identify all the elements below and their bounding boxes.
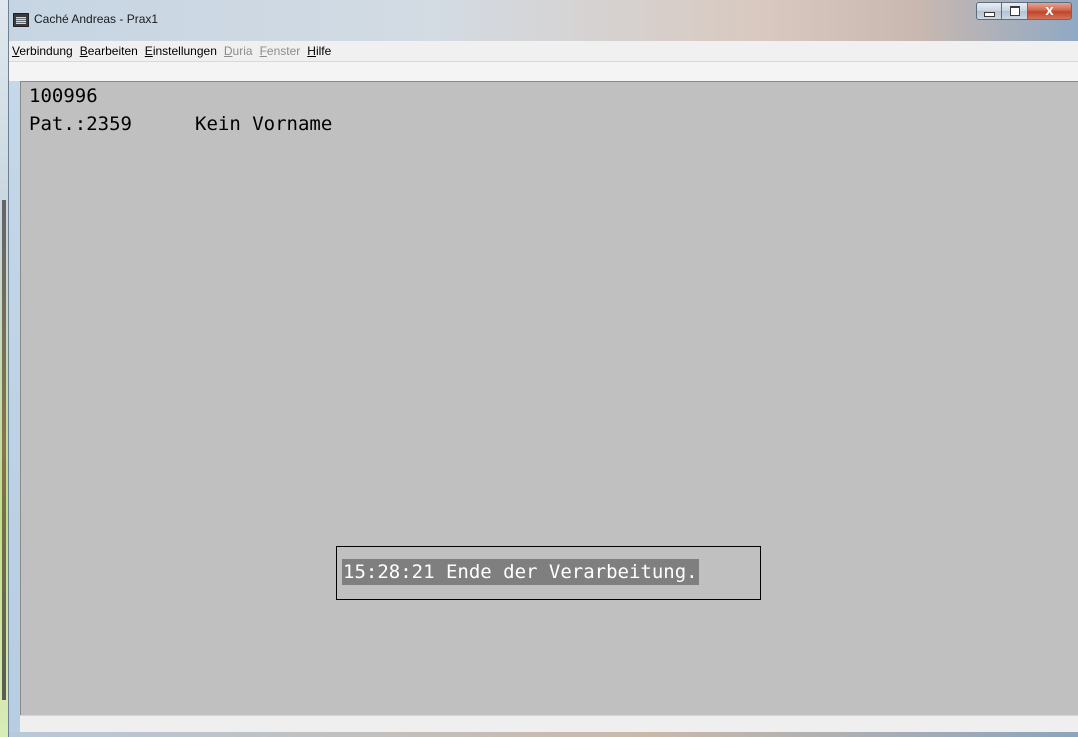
patient-name: Kein Vorname [195, 113, 333, 135]
menu-fenster[interactable]: Fenster [257, 44, 304, 58]
title-bar[interactable]: Caché Andreas - Prax1 X [9, 0, 1078, 41]
patient-id: Pat.:2359 [29, 113, 132, 135]
menu-bearbeiten[interactable]: Bearbeiten [77, 44, 141, 58]
status-bar [20, 715, 1078, 733]
menu-bar: Verbindung Bearbeiten Einstellungen Duri… [9, 41, 1078, 62]
menu-verbindung[interactable]: Verbindung [9, 44, 76, 58]
toolbar-strip [9, 62, 1078, 81]
menu-hilfe[interactable]: Hilfe [304, 44, 334, 58]
close-button[interactable]: X [1028, 2, 1072, 20]
window-bottom-frame [9, 732, 1078, 737]
window-title: Caché Andreas - Prax1 [34, 12, 159, 26]
maximize-button[interactable] [1002, 2, 1028, 20]
status-message: 15:28:21 Ende der Verarbeitung. [342, 559, 699, 585]
minimize-icon [983, 11, 995, 17]
terminal-app-icon[interactable] [13, 13, 29, 27]
window-controls: X [976, 2, 1072, 22]
menu-duria[interactable]: Duria [221, 44, 256, 58]
minimize-button[interactable] [976, 2, 1002, 20]
maximize-icon [1009, 6, 1020, 16]
close-icon: X [1045, 4, 1054, 18]
terminal-line-number: 100996 [29, 85, 98, 107]
menu-einstellungen[interactable]: Einstellungen [142, 44, 220, 58]
desktop-edge [0, 0, 8, 737]
terminal-screen[interactable]: 100996 Pat.:2359 Kein Vorname 15:28:21 En… [20, 81, 1078, 715]
app-window: Caché Andreas - Prax1 X Verbindung Bearb… [8, 0, 1078, 737]
terminal-patient-line: Pat.:2359 Kein Vorname [29, 113, 332, 135]
message-box: 15:28:21 Ende der Verarbeitung. [336, 546, 761, 600]
